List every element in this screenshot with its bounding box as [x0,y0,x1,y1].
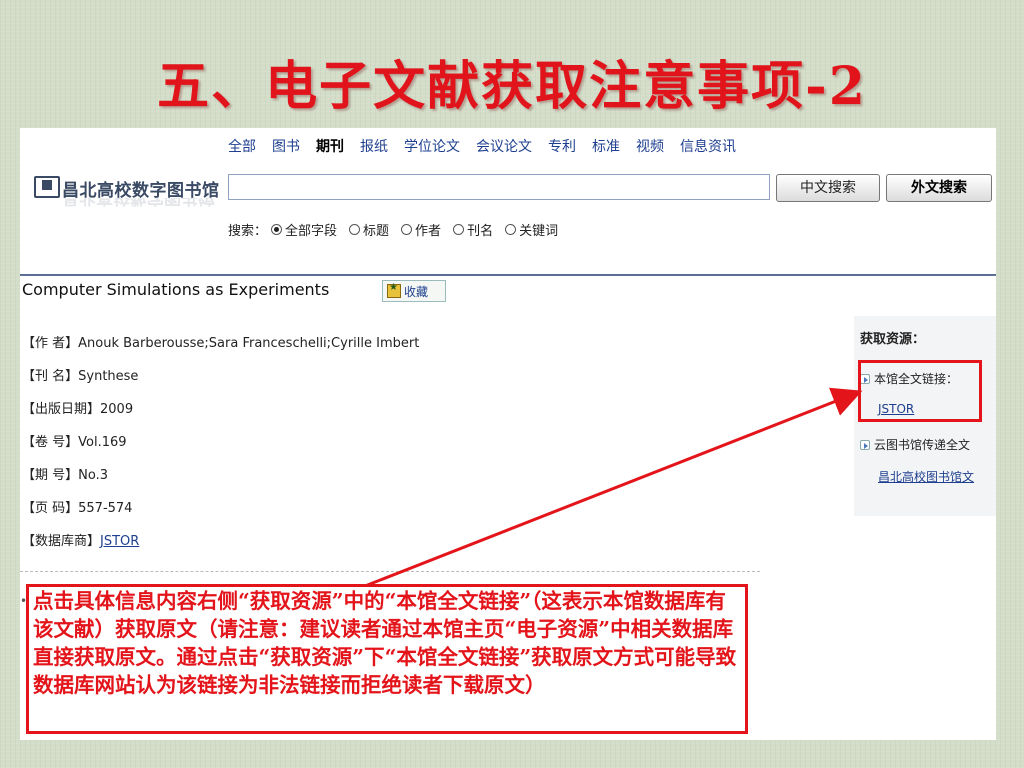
radio-title[interactable]: 标题 [345,220,389,239]
meta-key: 【数据库商】 [22,534,101,549]
meta-value: Synthese [78,369,139,384]
nav-item-newspapers[interactable]: 报纸 [360,136,388,156]
library-logo[interactable]: 昌北高校数字图书馆 昌北高校数字图书馆 [34,172,224,216]
annotation-note: 点击具体信息内容右侧“获取资源”中的“本馆全文链接”（这表示本馆数据库有该文献）… [26,584,748,734]
nav-item-theses[interactable]: 学位论文 [404,136,460,156]
foreign-search-button[interactable]: 外文搜索 [886,174,992,202]
radio-author[interactable]: 作者 [397,220,441,239]
meta-value: 2009 [100,402,134,417]
meta-pages: 【页 码】557-574 [22,497,419,530]
radio-label: 刊名 [467,224,494,239]
nav-item-news[interactable]: 信息资讯 [680,136,736,156]
expand-arrow-icon [860,439,870,450]
meta-key: 【卷 号】 [22,435,79,450]
article-title: Computer Simulations as Experiments [22,280,330,299]
nav-item-journals[interactable]: 期刊 [316,136,344,156]
resource-panel-title: 获取资源： [860,332,926,347]
library-page-screenshot: 昌北高校数字图书馆 昌北高校数字图书馆 全部 图书 期刊 报纸 学位论文 会议论… [20,128,996,740]
header-divider [20,274,996,276]
favorite-label: 收藏 [404,284,429,299]
cloud-delivery-label: 云图书馆传递全文 [874,438,971,452]
separator-line [20,571,760,572]
search-label: 搜索： [228,224,268,239]
nav-item-all[interactable]: 全部 [228,136,256,156]
cloud-delivery-link[interactable]: 昌北高校图书馆文 [878,468,974,485]
meta-key: 【作 者】 [22,336,79,351]
radio-button[interactable] [453,224,465,235]
radio-button[interactable] [505,224,517,235]
meta-value: Vol.169 [78,435,127,450]
radio-journal-name[interactable]: 刊名 [449,220,493,239]
search-field-options: 搜索： 全部字段 标题 作者 刊名 关键词 [228,220,566,239]
chinese-search-button[interactable]: 中文搜索 [776,174,880,202]
nav-item-books[interactable]: 图书 [272,136,300,156]
radio-label: 作者 [415,224,442,239]
meta-key: 【期 号】 [22,468,79,483]
favorite-button[interactable]: 收藏 [382,280,446,302]
library-logo-icon [34,176,60,198]
nav-item-patents[interactable]: 专利 [548,136,576,156]
article-metadata: 【作 者】Anouk Barberousse;Sara Franceschell… [22,332,419,563]
radio-label: 关键词 [519,224,559,239]
fulltext-highlight-box [858,360,982,422]
cloud-delivery-item[interactable]: 云图书馆传递全文 [860,436,970,453]
meta-value: No.3 [78,468,108,483]
radio-label: 全部字段 [285,224,338,239]
radio-keyword[interactable]: 关键词 [501,220,558,239]
slide-title: 五、电子文献获取注意事项-2 [157,56,867,117]
favorite-icon [387,282,401,298]
nav-item-videos[interactable]: 视频 [636,136,664,156]
radio-all-fields[interactable]: 全部字段 [267,220,337,239]
meta-volume: 【卷 号】Vol.169 [22,431,419,464]
database-link[interactable]: JSTOR [100,534,139,549]
radio-button-checked[interactable] [271,224,283,235]
category-nav: 全部 图书 期刊 报纸 学位论文 会议论文 专利 标准 视频 信息资讯 [228,136,752,156]
meta-database: 【数据库商】JSTOR [22,530,419,563]
search-input[interactable] [228,174,770,200]
nav-item-conference-papers[interactable]: 会议论文 [476,136,532,156]
radio-button[interactable] [401,224,413,235]
meta-publish-date: 【出版日期】2009 [22,398,419,431]
meta-key: 【出版日期】 [22,402,101,417]
meta-value: 557-574 [78,501,133,516]
meta-issue: 【期 号】No.3 [22,464,419,497]
meta-journal: 【刊 名】Synthese [22,365,419,398]
logo-reflection: 昌北高校数字图书馆 [62,198,215,212]
meta-key: 【页 码】 [22,501,79,516]
meta-value: Anouk Barberousse;Sara Franceschelli;Cyr… [78,336,420,351]
radio-button[interactable] [349,224,361,235]
radio-label: 标题 [363,224,390,239]
nav-item-standards[interactable]: 标准 [592,136,620,156]
meta-key: 【刊 名】 [22,369,79,384]
meta-author: 【作 者】Anouk Barberousse;Sara Franceschell… [22,332,419,365]
